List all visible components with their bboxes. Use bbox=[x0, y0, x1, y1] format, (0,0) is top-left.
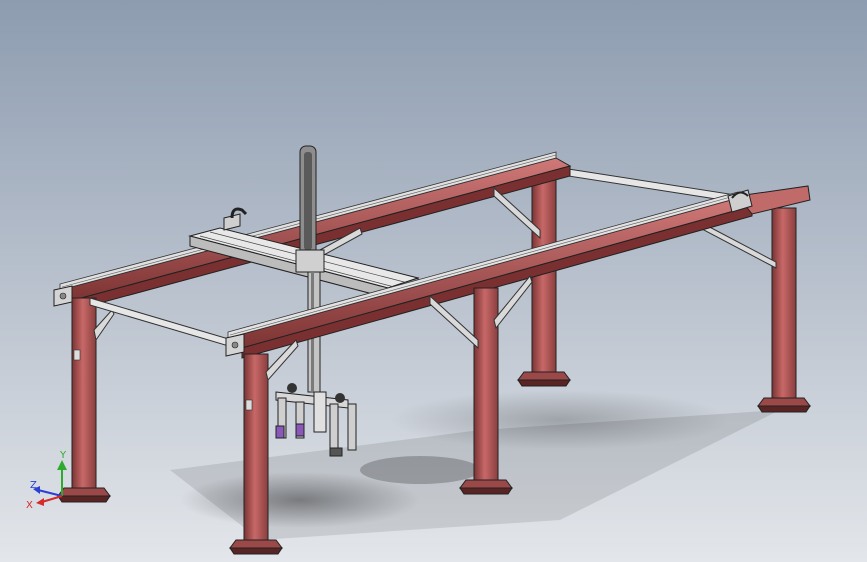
z-axis-column bbox=[295, 145, 325, 393]
x-axis-arrow bbox=[41, 495, 63, 503]
gantry-model[interactable]: Y Z X bbox=[0, 0, 867, 562]
z-axis-label: Z bbox=[30, 480, 37, 491]
z-axis-arrow bbox=[37, 489, 63, 497]
tie-rod-back bbox=[561, 167, 743, 204]
leg-back-right bbox=[757, 207, 811, 413]
end-plate-front bbox=[225, 333, 245, 357]
gripper-assembly bbox=[275, 383, 357, 457]
end-plate-left bbox=[53, 285, 73, 307]
x-axis-label: X bbox=[26, 500, 33, 511]
axis-triad: Y Z X bbox=[26, 450, 67, 511]
cad-viewport[interactable]: Y Z X bbox=[0, 0, 867, 562]
leg-front-left bbox=[57, 297, 115, 503]
y-axis-label: Y bbox=[59, 450, 67, 461]
tie-rod-left bbox=[89, 297, 233, 348]
